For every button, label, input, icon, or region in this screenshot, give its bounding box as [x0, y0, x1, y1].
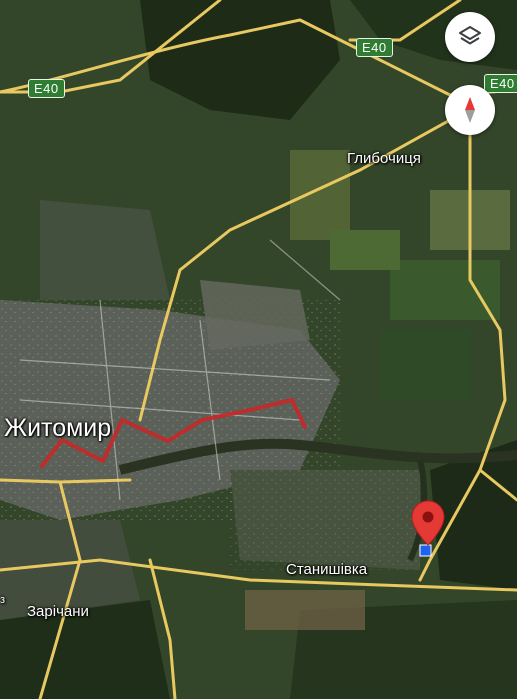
layers-icon [459, 26, 481, 45]
road-shield-e40: E40 [28, 79, 65, 98]
current-location-marker [419, 544, 432, 557]
layers-button[interactable] [445, 12, 495, 62]
satellite-imagery [0, 0, 517, 699]
edge-label-fragment: з [0, 594, 6, 606]
place-label-stanyshivka: Станишівка [286, 561, 368, 578]
road-shield-e40: E40 [356, 38, 393, 57]
compass-button[interactable] [445, 85, 495, 135]
map-view[interactable]: E40 E40 E40 Житомир Глибочиця Станишівка… [0, 0, 517, 699]
road-shield-e40: E40 [484, 74, 517, 93]
city-label: Житомир [4, 414, 112, 442]
compass-icon [465, 97, 475, 123]
location-pin-icon[interactable] [411, 500, 445, 546]
place-label-hlybochytsia: Глибочиця [347, 150, 421, 167]
place-label-zarichany: Зарічани [27, 603, 89, 620]
